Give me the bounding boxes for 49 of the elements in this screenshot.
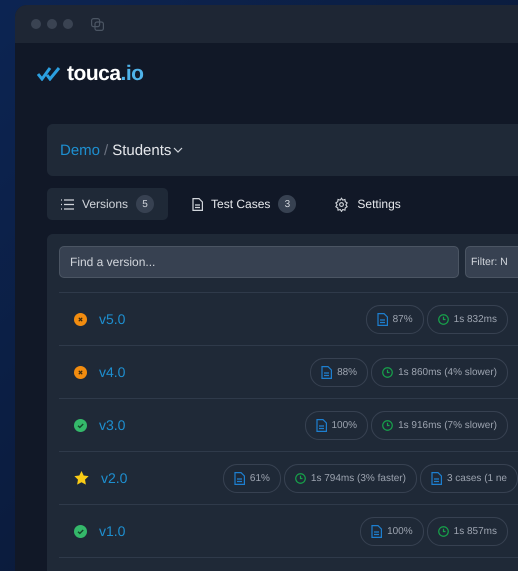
file-icon (376, 312, 388, 326)
tab[interactable]: Settings (320, 188, 415, 220)
duration-pill: 1s 857ms (426, 516, 508, 546)
clock-icon (294, 472, 306, 484)
version-link[interactable]: v2.0 (101, 470, 128, 486)
tabs-icon[interactable] (91, 18, 104, 30)
check-icon (74, 524, 87, 538)
duration-pill: 1s 916ms (7% slower) (371, 410, 508, 440)
version-link[interactable]: v4.0 (99, 364, 126, 380)
file-icon (234, 472, 245, 484)
count-badge: 5 (136, 195, 154, 213)
tab[interactable]: Versions 5 (47, 188, 168, 220)
clock-icon (382, 366, 394, 378)
document-icon (430, 472, 442, 484)
clock-icon (438, 314, 449, 324)
coverage-pill: 100% (304, 410, 368, 440)
failed-icon (74, 312, 87, 326)
coverage-pill: 87% (366, 304, 424, 334)
duration-pill: 1s 794ms (3% faster) (284, 464, 417, 492)
settings-icon (334, 196, 350, 212)
version-link[interactable]: v5.0 (99, 311, 126, 327)
clock-icon (382, 420, 394, 430)
chevron-icon (173, 147, 184, 153)
coverage-pill: 100% (360, 516, 424, 546)
version-link[interactable]: v3.0 (99, 417, 126, 433)
filter-dropdown[interactable]: Filter: N (465, 246, 518, 278)
file-icon (371, 524, 382, 538)
suite-dropdown[interactable]: Students (112, 142, 184, 158)
count-badge: 3 (278, 195, 296, 213)
file-icon (321, 366, 332, 378)
breadcrumb-separator: / (104, 142, 108, 158)
coverage-pill: 88% (310, 358, 368, 386)
document-icon (192, 198, 204, 210)
duration-pill: 1s 832ms (426, 304, 508, 334)
version-link[interactable]: v1.0 (99, 523, 126, 539)
logo-wordmark: touca.io (67, 62, 144, 86)
logo-icon (37, 67, 63, 81)
failed-icon (74, 366, 87, 378)
search-field[interactable]: Find a version... (59, 246, 459, 278)
list-icon (61, 198, 74, 210)
tab[interactable]: Test Cases 3 (178, 188, 310, 220)
check-icon (74, 418, 87, 432)
duration-pill: 1s 860ms (4% slower) (371, 358, 508, 386)
clock-icon (438, 526, 449, 536)
star-icon (74, 471, 89, 485)
team-link[interactable]: Demo (60, 142, 100, 158)
coverage-pill: 61% (222, 464, 281, 492)
file-icon (316, 418, 326, 432)
cases-pill: 3 cases (1 ne (420, 464, 518, 492)
